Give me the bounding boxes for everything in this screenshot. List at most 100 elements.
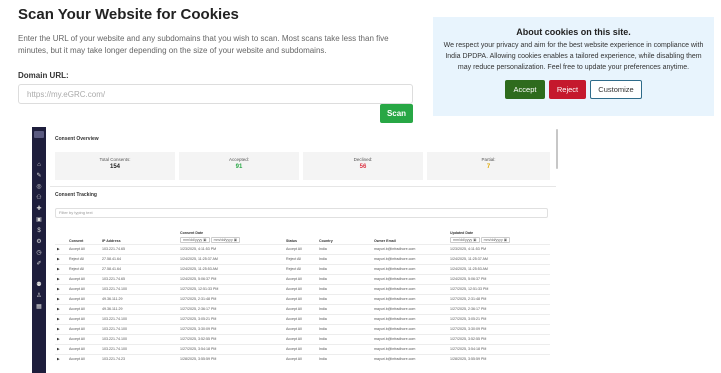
cell-consent: Accept All	[67, 353, 100, 364]
col-status[interactable]: Status	[284, 224, 317, 244]
cell-country: India	[317, 273, 372, 284]
cell-owner-email: mayuri.b@infradhore.com	[372, 353, 448, 364]
dollar-icon[interactable]: $	[35, 228, 43, 234]
cell-owner-email: mayuri.b@infradhore.com	[372, 293, 448, 304]
domain-url-input[interactable]	[18, 84, 413, 104]
cell-country: India	[317, 253, 372, 264]
cookie-consent-banner: About cookies on this site. We respect y…	[433, 17, 714, 116]
cell-consent: Accept All	[67, 323, 100, 334]
cell-ip-address: 103.221.74.100	[100, 313, 178, 324]
table-row[interactable]: ▶ Accept All 103.221.74.23 1/28/2025, 3:55:…	[55, 353, 550, 364]
stat-total-value: 154	[109, 164, 120, 170]
col-consent[interactable]: Consent	[67, 224, 100, 244]
cell-ip-address: 103.221.74.100	[100, 343, 178, 354]
globe-icon[interactable]: ◎	[35, 184, 43, 190]
accept-button[interactable]: Accept	[505, 80, 545, 99]
date-placeholder: mm/dd/yyyy	[183, 237, 203, 242]
col-consent-date[interactable]: Consent Date mm/dd/yyyy ▣ mm/dd/yyyy ▣	[178, 224, 284, 244]
pin-icon[interactable]: ✎	[35, 173, 43, 179]
col-ip-address[interactable]: IP Address	[100, 224, 178, 244]
table-row[interactable]: ▶ Accept All 103.221.74.100 1/27/2025, 3:52…	[55, 333, 550, 344]
stat-total: Total Consents: 154	[55, 152, 175, 180]
expand-caret-icon[interactable]: ▶	[55, 293, 67, 304]
cell-consent: Accept All	[67, 273, 100, 284]
cell-country: India	[317, 303, 372, 314]
col-country[interactable]: Country	[317, 224, 372, 244]
consent-date-from-input[interactable]: mm/dd/yyyy ▣	[180, 236, 210, 243]
filter-input[interactable]: Filter by typing text	[55, 208, 548, 218]
table-row[interactable]: ▶ Accept All 103.221.74.65 1/24/2025, 5:06:…	[55, 273, 550, 284]
cell-country: India	[317, 283, 372, 294]
expand-caret-icon[interactable]: ▶	[55, 303, 67, 314]
table-row[interactable]: ▶ Reject All 27.58.41.64 1/24/2025, 11:25:3…	[55, 253, 550, 264]
cell-status: Accept All	[284, 353, 317, 364]
customize-button[interactable]: Customize	[590, 80, 642, 99]
consent-overview-title: Consent Overview	[55, 136, 99, 142]
col-owner-email[interactable]: Owner Email	[372, 224, 448, 244]
cell-updated-date: 1/27/2025, 3:54:18 PM	[448, 343, 550, 354]
expand-caret-icon[interactable]: ▶	[55, 253, 67, 264]
divider	[50, 186, 556, 187]
clock-icon[interactable]: ◷	[35, 250, 43, 256]
updated-date-to-input[interactable]: mm/dd/yyyy ▣	[480, 236, 511, 243]
cell-ip-address: 49.36.111.29	[100, 293, 178, 304]
reject-button[interactable]: Reject	[549, 80, 586, 99]
table-row[interactable]: ▶ Accept All 103.221.74.65 1/23/2025, 4:11:…	[55, 243, 550, 254]
cell-country: India	[317, 323, 372, 334]
cell-owner-email: mayuri.b@infradhore.com	[372, 263, 448, 274]
expand-caret-icon[interactable]: ▶	[55, 263, 67, 274]
users-icon[interactable]: ⚇	[35, 195, 43, 201]
cell-updated-date: 1/24/2025, 5:06:37 PM	[448, 273, 550, 284]
cell-consent-date: 1/27/2025, 12:51:33 PM	[178, 283, 284, 294]
expand-caret-icon[interactable]: ▶	[55, 353, 67, 364]
expand-caret-icon[interactable]: ▶	[55, 283, 67, 294]
cell-consent-date: 1/27/2025, 3:52:55 PM	[178, 333, 284, 344]
lock-icon[interactable]: ▣	[35, 217, 43, 223]
table-row[interactable]: ▶ Accept All 103.221.74.100 1/27/2025, 3:30…	[55, 323, 550, 334]
date-placeholder: mm/dd/yyyy	[453, 237, 473, 242]
cell-country: India	[317, 243, 372, 254]
scan-button[interactable]: Scan	[380, 104, 413, 123]
user-plus-icon[interactable]: ✚	[35, 206, 43, 212]
table-row[interactable]: ▶ Reject All 27.58.41.64 1/24/2025, 11:25:5…	[55, 263, 550, 274]
table-row[interactable]: ▶ Accept All 103.221.74.100 1/27/2025, 12:5…	[55, 283, 550, 294]
edit-icon[interactable]: ✐	[35, 261, 43, 267]
cookie-scanner-panel: Scan Your Website for Cookies Enter the …	[18, 6, 418, 123]
cookie-banner-actions: Accept Reject Customize	[433, 80, 714, 99]
cell-consent-date: 1/24/2025, 5:06:37 PM	[178, 273, 284, 284]
team-icon[interactable]: ⚉	[35, 282, 43, 288]
expand-caret-icon[interactable]: ▶	[55, 273, 67, 284]
col-updated-date[interactable]: Updated Date mm/dd/yyyy ▣ mm/dd/yyyy ▣	[448, 224, 550, 244]
updated-date-from-input[interactable]: mm/dd/yyyy ▣	[450, 236, 480, 243]
date-placeholder: mm/dd/yyyy	[483, 237, 503, 242]
table-row[interactable]: ▶ Accept All 103.221.74.100 1/27/2025, 3:54…	[55, 343, 550, 354]
cell-status: Accept All	[284, 313, 317, 324]
consent-date-to-input[interactable]: mm/dd/yyyy ▣	[210, 236, 241, 243]
table-row[interactable]: ▶ Accept All 49.36.111.29 1/27/2025, 2:31:4…	[55, 293, 550, 304]
logo	[34, 131, 44, 138]
scrollbar[interactable]	[556, 129, 558, 169]
expand-caret-icon[interactable]: ▶	[55, 243, 67, 254]
expand-caret-icon[interactable]: ▶	[55, 323, 67, 334]
cell-country: India	[317, 333, 372, 344]
expand-caret-icon[interactable]: ▶	[55, 333, 67, 344]
table-row[interactable]: ▶ Accept All 103.221.74.100 1/27/2025, 3:05…	[55, 313, 550, 324]
grid-icon[interactable]: ▦	[35, 304, 43, 310]
user-icon[interactable]: ♙	[35, 293, 43, 299]
expand-caret-icon[interactable]: ▶	[55, 343, 67, 354]
consent-dashboard: ⌂ ✎ ◎ ⚇ ✚ ▣ $ ⚙ ◷ ✐ ⚉ ♙ ▦ Consent Overvi…	[32, 127, 560, 373]
cell-ip-address: 27.58.41.64	[100, 263, 178, 274]
cell-consent: Reject All	[67, 263, 100, 274]
stat-declined-label: Declined:	[353, 157, 373, 162]
cell-updated-date: 1/27/2025, 2:31:48 PM	[448, 293, 550, 304]
cell-country: India	[317, 293, 372, 304]
cookie-banner-title: About cookies on this site.	[516, 27, 631, 37]
cell-consent: Accept All	[67, 303, 100, 314]
settings-icon[interactable]: ⚙	[35, 239, 43, 245]
cell-status: Accept All	[284, 343, 317, 354]
expand-caret-icon[interactable]: ▶	[55, 313, 67, 324]
table-row[interactable]: ▶ Accept All 49.36.111.29 1/27/2025, 2:36:1…	[55, 303, 550, 314]
home-icon[interactable]: ⌂	[35, 162, 43, 168]
cell-country: India	[317, 313, 372, 324]
cell-status: Accept All	[284, 273, 317, 284]
